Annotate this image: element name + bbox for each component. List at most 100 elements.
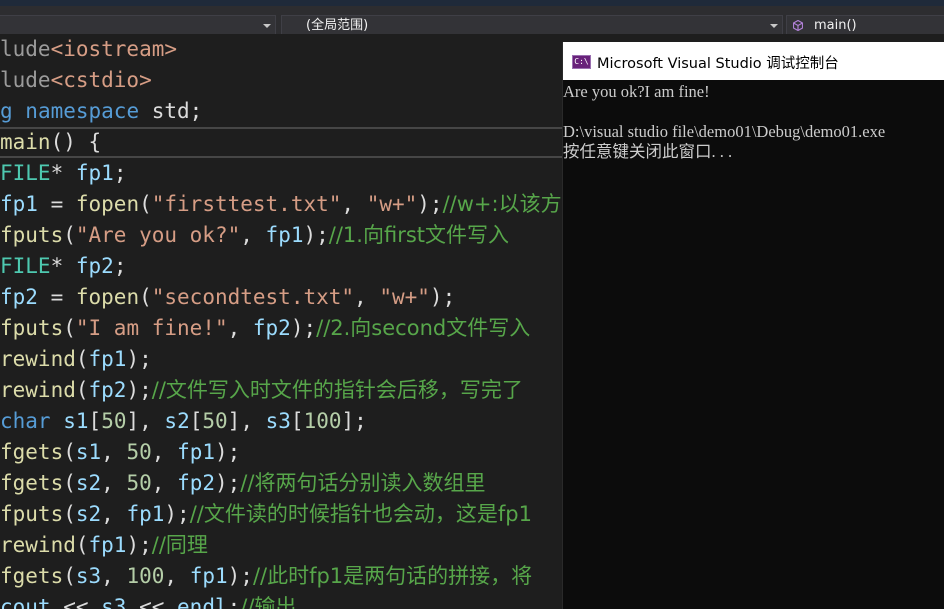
code-token: ); <box>126 347 152 371</box>
code-token: fputs <box>0 316 64 340</box>
code-token: //文件写入时文件的指针会后移，写完了 <box>151 378 523 402</box>
code-token: lude <box>0 68 51 92</box>
code-token: "secondtest.txt" <box>151 285 355 309</box>
code-token: ); <box>303 223 329 247</box>
code-token: std; <box>139 99 203 123</box>
code-token: ); <box>126 533 152 557</box>
console-title: Microsoft Visual Studio 调试控制台 <box>597 56 839 72</box>
code-token: ; <box>227 595 241 609</box>
code-token: //输出 <box>240 595 297 609</box>
code-token: FILE <box>0 161 51 185</box>
code-token: ); <box>227 564 253 588</box>
code-token: "firsttest.txt" <box>151 192 342 216</box>
code-token: ; <box>113 161 127 185</box>
code-token: , <box>151 471 178 495</box>
code-token: fgets <box>0 440 64 464</box>
code-token: endl <box>177 595 228 609</box>
member-dropdown[interactable]: main() <box>786 15 944 36</box>
scope-dropdown-label: (全局范围) <box>306 18 369 33</box>
method-cube-icon <box>793 20 803 31</box>
code-token: s1 <box>63 409 89 433</box>
code-token: fp2 <box>0 285 38 309</box>
code-token: [ <box>189 409 203 433</box>
code-token: << <box>126 595 178 609</box>
project-dropdown[interactable] <box>0 15 276 36</box>
code-token: ( <box>63 502 76 526</box>
code-token: fp1 <box>0 192 38 216</box>
code-token: [ <box>290 409 304 433</box>
code-token: "I am fine!" <box>75 316 228 340</box>
code-token: ]; <box>341 409 367 433</box>
code-token: fp2 <box>88 378 127 402</box>
code-token: * <box>50 161 76 185</box>
code-token: fp2 <box>177 471 215 495</box>
code-token: fp1 <box>189 564 228 588</box>
code-token: "Are you ok?" <box>75 223 241 247</box>
code-token: fp2 <box>75 254 114 278</box>
code-token: <cstdio> <box>50 68 152 92</box>
member-dropdown-label: main() <box>814 18 857 33</box>
code-token: fp2 <box>252 316 291 340</box>
code-token: ); <box>215 440 241 464</box>
code-token: ( <box>63 440 76 464</box>
code-token: * <box>50 254 76 278</box>
code-token: s3 <box>101 595 127 609</box>
debug-console-window[interactable]: C:\ Microsoft Visual Studio 调试控制台 Are yo… <box>562 42 944 609</box>
code-token: ( <box>75 533 89 557</box>
code-token: , <box>164 564 190 588</box>
code-token: fopen <box>75 285 140 309</box>
console-app-icon: C:\ <box>572 55 591 69</box>
code-token: ( <box>63 471 76 495</box>
code-token: rewind <box>0 347 76 371</box>
console-line: D:\visual studio file\demo01\Debug\demo0… <box>563 122 886 141</box>
code-token: () { <box>50 130 102 154</box>
code-token: lude <box>0 37 51 61</box>
code-token: 100 <box>303 409 342 433</box>
console-title-bar[interactable]: C:\ Microsoft Visual Studio 调试控制台 <box>563 42 944 80</box>
code-token: ); <box>126 378 152 402</box>
code-token: , <box>240 223 266 247</box>
code-token: = <box>37 285 76 309</box>
code-token: rewind <box>0 533 76 557</box>
code-token: //将两句话分别读入数组里 <box>240 471 486 495</box>
code-token: //2.向second文件写入 <box>316 316 531 340</box>
code-token: , <box>354 285 380 309</box>
code-token: ); <box>417 192 443 216</box>
code-token: //同理 <box>151 533 208 557</box>
code-token: ( <box>75 347 89 371</box>
code-token: , <box>101 564 127 588</box>
code-token: fp1 <box>88 347 127 371</box>
code-token: cout <box>0 595 51 609</box>
code-token: 50 <box>126 440 152 464</box>
code-token: fp1 <box>177 440 215 464</box>
code-token: [ <box>88 409 102 433</box>
chevron-down-icon <box>263 24 271 28</box>
code-token: ); <box>215 471 241 495</box>
code-token: ( <box>63 316 76 340</box>
code-token: , <box>341 192 367 216</box>
code-token: ( <box>139 285 152 309</box>
code-token: , <box>101 440 127 464</box>
chevron-down-icon <box>770 24 778 28</box>
code-token: 50 <box>202 409 228 433</box>
scope-dropdown[interactable]: (全局范围) <box>281 15 783 36</box>
code-token: rewind <box>0 378 76 402</box>
code-token: //此时fp1是两句话的拼接，将 <box>252 564 533 588</box>
code-token: s2 <box>75 471 102 495</box>
code-token: ( <box>139 192 152 216</box>
code-token: s2 <box>75 502 102 526</box>
code-token: char <box>0 409 51 433</box>
code-token: main <box>0 130 51 154</box>
code-token: fputs <box>0 502 64 526</box>
code-token: 50 <box>126 471 152 495</box>
code-token: fopen <box>75 192 140 216</box>
code-token: 50 <box>101 409 127 433</box>
code-token: fp1 <box>88 533 127 557</box>
code-token: "w+" <box>379 285 430 309</box>
code-token: ], <box>227 409 266 433</box>
code-token: fgets <box>0 564 64 588</box>
console-line: 按任意键关闭此窗口. . . <box>563 142 733 161</box>
code-token: 100 <box>126 564 165 588</box>
code-token: << <box>50 595 102 609</box>
code-token: ); <box>290 316 317 340</box>
